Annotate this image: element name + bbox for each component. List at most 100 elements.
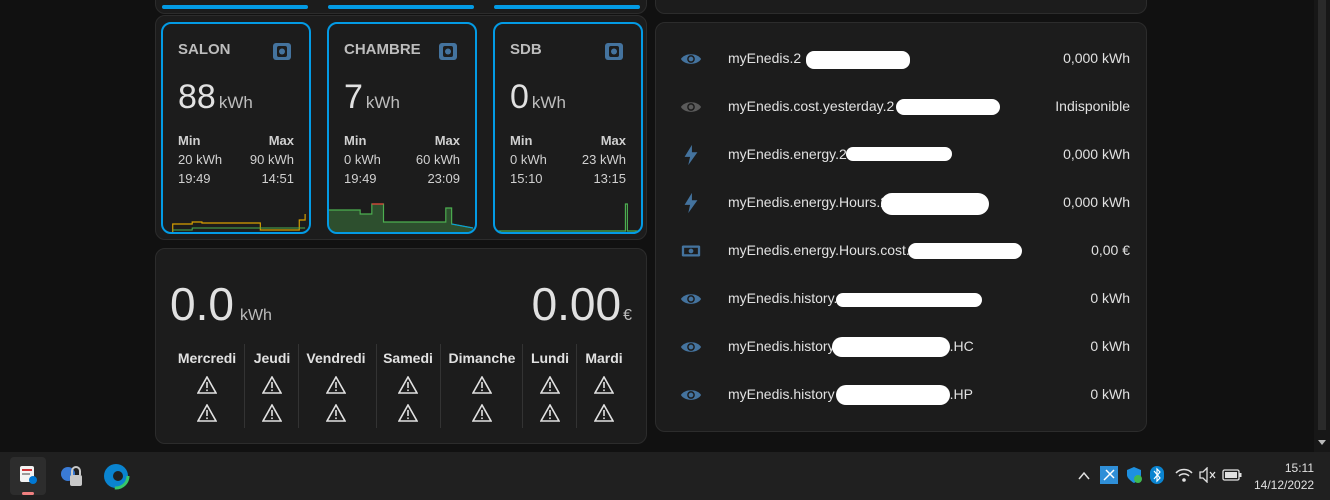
- entity-name-prefix: myEnedis.history: [728, 338, 835, 354]
- muted-speaker-icon[interactable]: [1199, 467, 1217, 483]
- entity-row[interactable]: myEnedis.history. 0 kWh: [656, 275, 1146, 323]
- stat-card-chambre[interactable]: CHAMBRE 7 kWh Min Max 0 kWh 60 kWh 19:49 …: [327, 22, 477, 234]
- battery-icon[interactable]: [1222, 468, 1242, 482]
- partial-stat-border-2: [328, 5, 474, 9]
- wifi-icon[interactable]: [1175, 467, 1193, 483]
- chevron-up-icon[interactable]: [1077, 469, 1091, 483]
- redaction-mark: [908, 243, 1022, 259]
- meter-icon: [439, 43, 457, 60]
- entity-name-suffix: .HC: [949, 338, 974, 354]
- redaction-mark: [836, 293, 982, 307]
- day-column: Samedi: [380, 344, 436, 432]
- entities-card: myEnedis.2 0,000 kWh myEnedis.cost.yeste…: [655, 22, 1147, 432]
- day-separator: [376, 344, 377, 428]
- entity-row[interactable]: myEnedis.history .HC 0 kWh: [656, 323, 1146, 371]
- day-name: Lundi: [530, 350, 570, 366]
- sparkline-graph: [495, 203, 640, 232]
- redaction-mark: [832, 337, 950, 357]
- redaction-mark: [881, 193, 989, 215]
- cost-unit: €: [623, 307, 632, 324]
- alert-triangle-icon: [472, 404, 492, 422]
- security-shield-icon[interactable]: [1125, 466, 1143, 484]
- entity-row[interactable]: myEnedis.energy.Hours.cost. 0,00 €: [656, 227, 1146, 275]
- stat-value: 7 kWh: [344, 78, 400, 117]
- scrollbar-thumb[interactable]: [1318, 0, 1326, 430]
- day-column: Lundi: [526, 344, 574, 432]
- sparkline-graph: [172, 214, 306, 232]
- min-time: 19:49: [344, 171, 377, 186]
- stat-title: CHAMBRE: [344, 41, 421, 58]
- partial-stat-border-1: [162, 5, 308, 9]
- energy-summary-card[interactable]: 0.0 kWh 0.00 € Mercredi Jeudi Vendredi Sam…: [155, 248, 647, 444]
- stat-unit: kWh: [365, 93, 400, 112]
- tray-app-icon[interactable]: [1100, 466, 1118, 484]
- vertical-scrollbar[interactable]: [1314, 0, 1330, 452]
- entity-row[interactable]: myEnedis.energy.Hours.2 0,000 kWh: [656, 179, 1146, 227]
- redaction-mark: [846, 147, 952, 161]
- cash-icon: [681, 245, 701, 257]
- day-name: Dimanche: [448, 350, 516, 366]
- alert-triangle-icon: [594, 404, 614, 422]
- windows-taskbar: 15:11 14/12/2022: [0, 452, 1330, 500]
- stat-cards-container: SALON 88 kWh Min Max 20 kWh 90 kWh 19:49 …: [155, 15, 647, 240]
- entity-name: myEnedis.energy.2: [728, 146, 847, 162]
- alert-triangle-icon: [326, 404, 346, 422]
- vpn-lock-icon[interactable]: [57, 461, 87, 491]
- eye-icon: [680, 54, 702, 64]
- entity-name: myEnedis.history.: [728, 290, 838, 306]
- max-time: 13:15: [593, 171, 626, 186]
- clock[interactable]: 15:11 14/12/2022: [1254, 461, 1314, 492]
- flash-icon: [684, 192, 698, 214]
- day-separator: [522, 344, 523, 428]
- partial-stat-border-3: [494, 5, 640, 9]
- entity-row[interactable]: myEnedis.2 0,000 kWh: [656, 35, 1146, 83]
- day-name: Samedi: [383, 350, 433, 366]
- min-time: 19:49: [178, 171, 211, 186]
- entity-row[interactable]: myEnedis.energy.2 0,000 kWh: [656, 131, 1146, 179]
- day-separator: [576, 344, 577, 428]
- entity-row[interactable]: myEnedis.history .HP 0 kWh: [656, 371, 1146, 419]
- alert-triangle-icon: [398, 376, 418, 394]
- kwh-number: 0.0: [170, 278, 234, 330]
- day-column: Mercredi: [174, 344, 240, 432]
- top-partial-card-right: [655, 0, 1147, 14]
- stat-card-salon[interactable]: SALON 88 kWh Min Max 20 kWh 90 kWh 19:49 …: [161, 22, 311, 234]
- scroll-down-arrow-icon[interactable]: [1318, 438, 1326, 446]
- flash-icon: [684, 144, 698, 166]
- stat-number: 88: [178, 78, 216, 116]
- stat-number: 0: [510, 78, 529, 116]
- bluetooth-icon[interactable]: [1150, 466, 1164, 484]
- day-column: Dimanche: [444, 344, 520, 432]
- stat-unit: kWh: [218, 93, 253, 112]
- alert-triangle-icon: [398, 404, 418, 422]
- day-separator: [298, 344, 299, 428]
- entity-state: 0,000 kWh: [1063, 50, 1130, 66]
- entity-name: myEnedis.cost.yesterday.2: [728, 98, 895, 114]
- entity-name: myEnedis.2: [728, 50, 802, 66]
- stat-number: 7: [344, 78, 363, 116]
- snipping-tool-icon[interactable]: [10, 457, 46, 495]
- alert-triangle-icon: [262, 376, 282, 394]
- redaction-mark: [806, 51, 910, 69]
- min-label: Min: [510, 133, 533, 148]
- entity-name-prefix: myEnedis.history: [728, 386, 835, 402]
- entity-state: 0 kWh: [1090, 290, 1130, 306]
- alert-triangle-icon: [197, 376, 217, 394]
- day-separator: [244, 344, 245, 428]
- stat-title: SALON: [178, 41, 231, 58]
- max-label: Max: [600, 133, 626, 148]
- alert-triangle-icon: [326, 376, 346, 394]
- kwh-unit: kWh: [239, 307, 272, 324]
- entity-state: Indisponible: [1055, 98, 1130, 114]
- day-name: Vendredi: [306, 350, 366, 366]
- stat-card-sdb[interactable]: SDB 0 kWh Min Max 0 kWh 23 kWh 15:10 13:1…: [493, 22, 643, 234]
- day-column: Mardi: [580, 344, 628, 432]
- snipping-tool-glyph-icon: [20, 466, 37, 484]
- day-column: Jeudi: [248, 344, 296, 432]
- edge-browser-icon[interactable]: [101, 461, 131, 491]
- entity-name: myEnedis.energy.Hours.2: [728, 194, 889, 210]
- entity-state: 0 kWh: [1090, 338, 1130, 354]
- entity-state: 0 kWh: [1090, 386, 1130, 402]
- entity-row[interactable]: myEnedis.cost.yesterday.2 Indisponible: [656, 83, 1146, 131]
- min-label: Min: [178, 133, 201, 148]
